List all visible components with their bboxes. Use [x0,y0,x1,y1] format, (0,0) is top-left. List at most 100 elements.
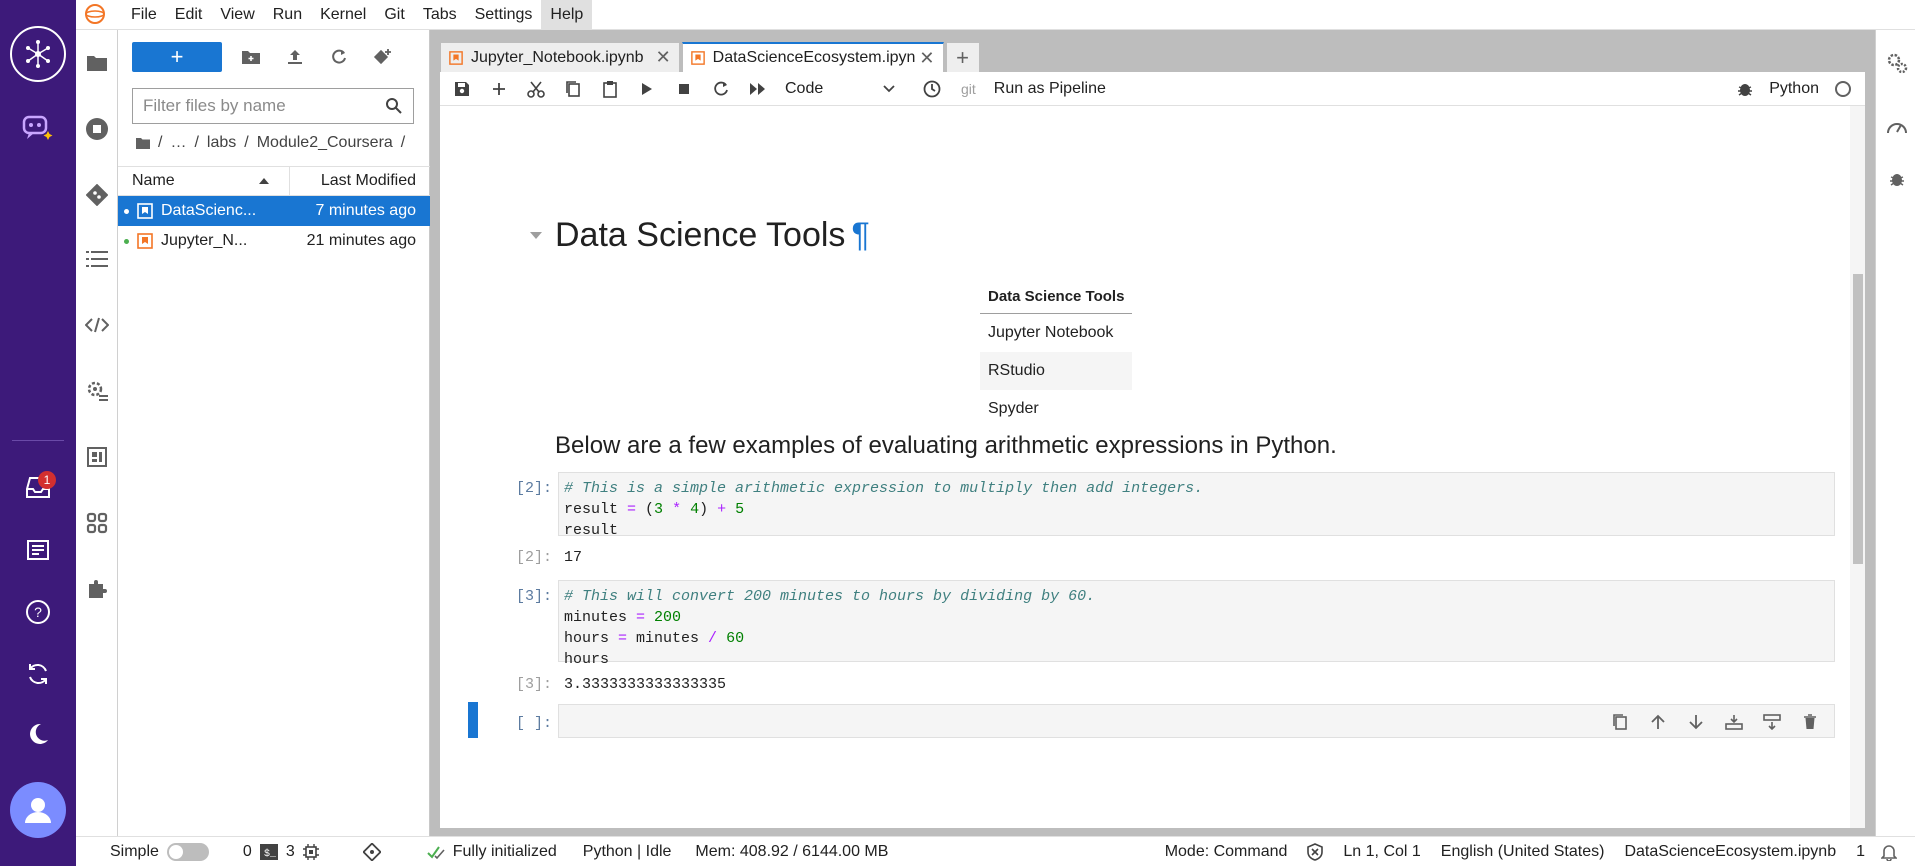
running-kernels-icon[interactable] [84,116,110,142]
cell-type-dropdown[interactable]: Code [785,80,895,98]
close-icon[interactable]: ✕ [656,47,671,68]
folder-icon[interactable] [84,50,110,76]
language-selector[interactable]: English (United States) [1441,843,1605,861]
table-of-contents-icon[interactable] [84,246,110,272]
new-folder-icon[interactable] [236,42,266,72]
puzzle-extension-icon[interactable] [84,576,110,602]
insert-above-icon[interactable] [1722,711,1746,733]
cut-icon[interactable] [521,74,551,104]
file-modified: 21 minutes ago [306,232,416,249]
kernel-area: Python [1737,80,1865,98]
notebook-scrollbar[interactable] [1850,106,1865,828]
menu-help[interactable]: Help [541,0,593,30]
breadcrumb-labs[interactable]: labs [207,134,236,152]
paste-icon[interactable] [595,74,625,104]
debugger-panel-icon[interactable] [1884,166,1910,192]
ai-chat-icon[interactable] [18,108,58,148]
terminals-value: 0 [242,842,252,860]
kernel-status[interactable]: Python | Idle [583,843,672,861]
breadcrumb: / … / labs / Module2_Coursera / [136,134,405,152]
inbox-icon[interactable]: 1 [18,467,58,507]
sync-icon[interactable] [18,654,58,694]
refresh-icon[interactable] [324,42,354,72]
restart-icon[interactable] [706,74,736,104]
file-item-datascience[interactable]: DataScienc... 7 minutes ago [118,196,430,226]
insert-below-icon[interactable] [1760,711,1784,733]
notification-bell-icon[interactable] [1881,843,1897,861]
extension-panel-icon[interactable] [84,444,110,470]
copy-icon[interactable] [558,74,588,104]
anchor-link[interactable]: ¶ [851,216,869,254]
file-item-jupyter[interactable]: Jupyter_N... 21 minutes ago [118,226,430,256]
breadcrumb-module[interactable]: Module2_Coursera [257,134,393,152]
help-icon[interactable]: ? [18,592,58,632]
code-token: hours [564,651,610,668]
code-snippets-icon[interactable] [84,312,110,338]
menu-edit[interactable]: Edit [166,0,212,30]
code-token: hours [564,630,619,647]
settings-gear-list-icon[interactable] [84,378,110,404]
debugger-icon[interactable] [1737,81,1753,97]
close-icon[interactable]: ✕ [919,48,934,69]
menu-tabs[interactable]: Tabs [414,0,466,30]
modified-column-header[interactable]: Last Modified [290,167,430,195]
delete-cell-icon[interactable] [1798,711,1822,733]
git-status-icon[interactable] [362,842,381,861]
menu-kernel[interactable]: Kernel [311,0,375,30]
clock-icon[interactable] [917,74,947,104]
code-cell-2[interactable]: # This will convert 200 minutes to hours… [558,580,1835,668]
scrollbar-thumb[interactable] [1853,274,1863,564]
trusted-shield-icon[interactable] [1307,842,1324,861]
home-folder-icon[interactable] [136,137,150,149]
upload-icon[interactable] [280,42,310,72]
notification-count[interactable]: 1 [1856,843,1865,861]
menu-view[interactable]: View [211,0,263,30]
new-tab-button[interactable]: + [945,42,980,72]
git-icon[interactable] [84,182,110,208]
duplicate-cell-icon[interactable] [1608,711,1632,733]
cursor-position[interactable]: Ln 1, Col 1 [1343,843,1420,861]
file-filter-input[interactable] [143,96,385,116]
git-diff-button[interactable]: git [961,81,976,97]
move-up-icon[interactable] [1646,711,1670,733]
menu-file[interactable]: File [122,0,166,30]
notebook-file-icon [137,233,153,249]
app-logo-icon[interactable] [10,26,66,82]
code-cell-1[interactable]: # This is a simple arithmetic expression… [558,472,1835,539]
left-rail: 1 ? [0,0,76,866]
breadcrumb-ellipsis[interactable]: … [170,134,186,152]
move-down-icon[interactable] [1684,711,1708,733]
user-avatar-icon[interactable] [10,782,66,838]
tab-datascience-ecosystem[interactable]: DataScienceEcosystem.ipyn ✕ [681,42,944,72]
menu-settings[interactable]: Settings [466,0,542,30]
resource-usage-icon[interactable] [1884,114,1910,140]
name-column-header[interactable]: Name [118,167,290,195]
menu-run[interactable]: Run [264,0,311,30]
tab-jupyter-notebook[interactable]: Jupyter_Notebook.ipynb ✕ [440,42,680,72]
kernel-name[interactable]: Python [1769,80,1819,98]
collapse-heading-icon[interactable] [530,232,542,239]
property-inspector-gears-icon[interactable] [1884,50,1910,76]
run-icon[interactable] [632,74,662,104]
save-icon[interactable] [447,74,477,104]
run-as-pipeline-button[interactable]: Run as Pipeline [994,80,1106,98]
fast-forward-icon[interactable] [743,74,773,104]
lsp-status[interactable]: Fully initialized [427,843,557,861]
toggle-switch[interactable] [166,842,209,861]
simple-mode-toggle[interactable]: Simple [110,842,209,861]
terminals-count[interactable]: 0 $_ 3 [243,843,319,861]
code-token: result [564,522,619,539]
code-token: 4 [690,501,700,518]
menu-git[interactable]: Git [375,0,413,30]
new-launcher-button[interactable]: + [132,42,222,72]
search-icon[interactable] [385,97,403,115]
kernels-value: 3 [285,842,295,860]
property-inspector-icon[interactable] [84,510,110,536]
add-cell-icon[interactable] [484,74,514,104]
stop-icon[interactable] [669,74,699,104]
empty-code-cell[interactable] [558,704,1835,738]
news-icon[interactable] [18,530,58,570]
dark-mode-icon[interactable] [18,714,58,754]
git-clone-icon[interactable] [368,42,398,72]
